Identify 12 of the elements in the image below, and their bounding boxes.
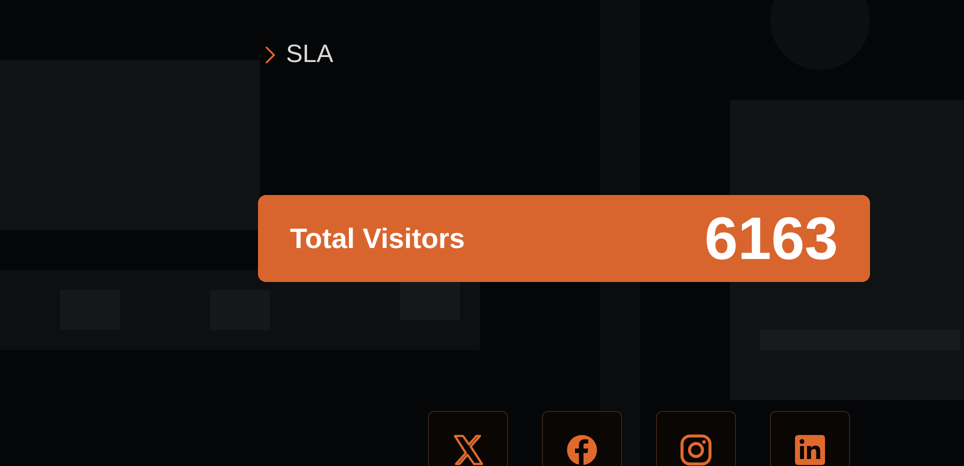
social-button[interactable] [770, 411, 850, 466]
visitors-count: 6163 [704, 208, 838, 268]
social-button[interactable] [656, 411, 736, 466]
visitors-label: Total Visitors [290, 222, 465, 256]
social-button[interactable] [428, 411, 508, 466]
social-button[interactable] [542, 411, 622, 466]
chevron-icon [264, 44, 276, 64]
linkedin-icon [793, 433, 827, 466]
x-logo-icon [451, 433, 485, 466]
facebook-icon [565, 433, 599, 466]
footer-link[interactable]: SLA [286, 42, 334, 67]
instagram-icon [679, 433, 713, 466]
